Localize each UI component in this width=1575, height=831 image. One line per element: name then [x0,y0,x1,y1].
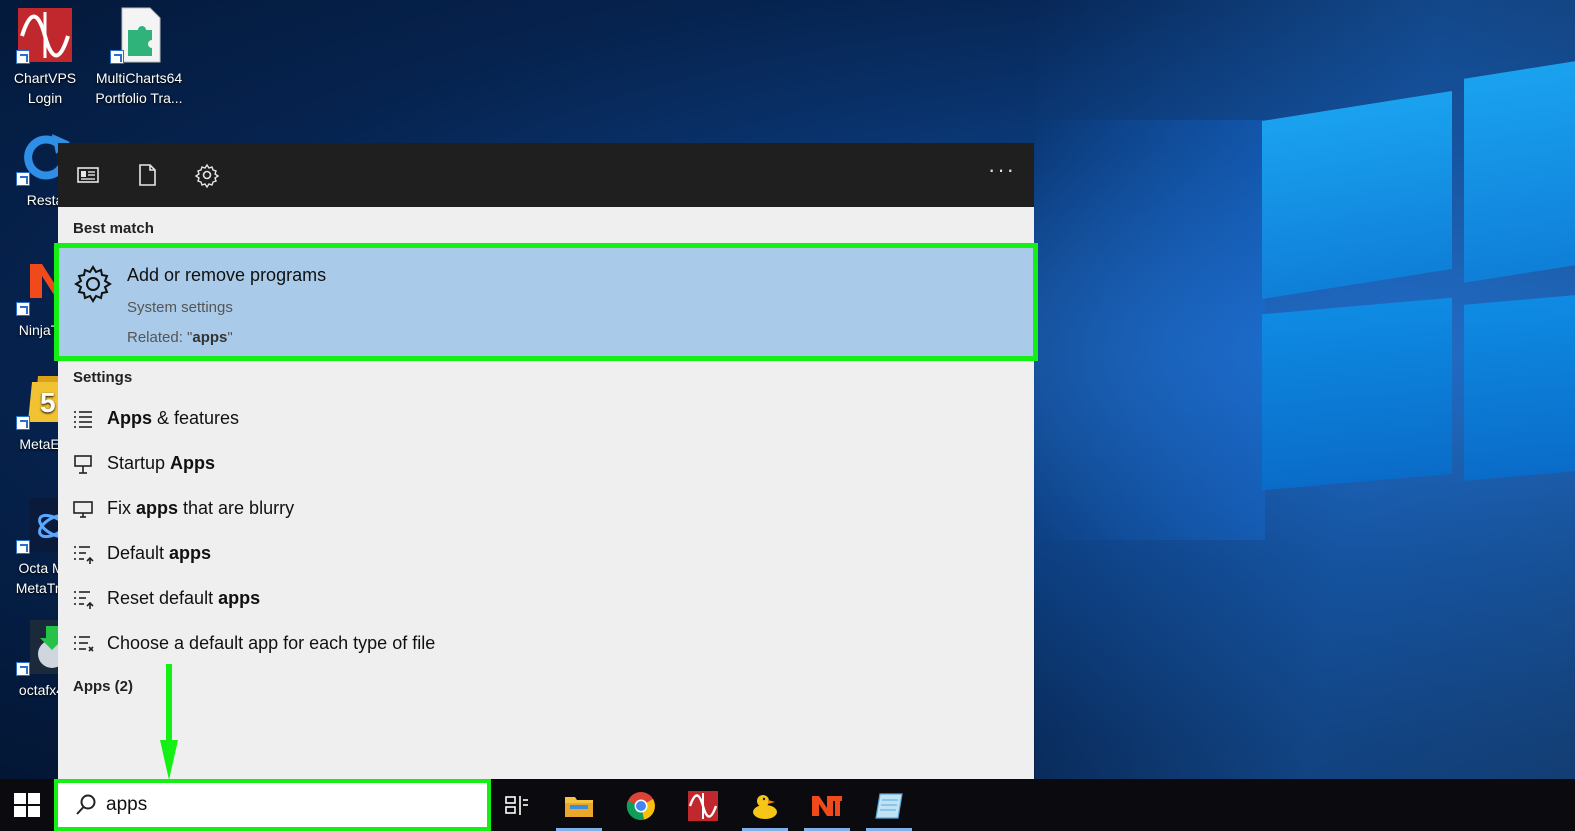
windows-logo-icon [14,793,40,817]
best-match-subtitle: System settings [127,299,233,316]
related-term: apps [192,329,228,346]
shortcut-arrow-icon [16,540,30,554]
taskbar-file-explorer[interactable] [554,785,604,831]
label-pre: Reset default [107,588,219,608]
startup-icon [72,453,94,475]
taskbar-duck-app[interactable] [740,785,790,831]
shortcut-arrow-icon [16,662,30,676]
gear-icon [194,163,220,189]
settings-item-label: Reset default apps [107,588,260,609]
task-view-icon [505,796,528,815]
label-bold: apps [218,588,261,608]
settings-heading: Settings [73,369,133,386]
label-post: that are blurry [178,498,295,518]
shortcut-arrow-icon [16,302,30,316]
filter-settings-button[interactable] [193,161,221,189]
settings-item-default-apps[interactable]: Default apps [58,533,1034,575]
label-bold: Apps [107,408,152,428]
settings-item-fix-blurry-apps[interactable]: Fix apps that are blurry [58,488,1034,530]
label-post: & features [152,408,240,428]
taskbar-search-box[interactable] [54,779,491,831]
label-bold: Apps [170,453,216,473]
settings-item-label: Default apps [107,543,211,564]
settings-item-label: Fix apps that are blurry [107,498,294,519]
label-pre: Choose a default app for each type of fi… [107,633,436,653]
settings-item-label: Apps & features [107,408,239,429]
shortcut-arrow-icon [16,50,30,64]
apps-filter-icon [77,167,99,183]
wallpaper-window-pane [1262,90,1452,300]
label-pre: Startup [107,453,171,473]
folder-icon [565,797,593,817]
shortcut-arrow-icon [16,172,30,186]
related-prefix: Related: " [127,329,193,346]
best-match-result[interactable]: Add or remove programs System settings R… [54,243,1038,361]
notepad-icon [875,793,903,819]
start-button[interactable] [14,793,40,817]
chrome-icon [626,792,655,820]
svg-text:5: 5 [40,387,56,418]
best-match-related: Related: "apps" [127,329,233,346]
annotation-arrow-icon [160,664,178,780]
start-search-panel: ··· Best match Add or remove programs Sy… [54,143,1038,779]
chartvps-icon [688,791,718,821]
wallpaper-window-pane [1262,297,1452,491]
chartvps-icon [16,6,74,64]
desktop-icon-chartvps[interactable]: ChartVPS Login [0,6,90,108]
duck-icon [753,795,777,819]
settings-item-reset-default-apps[interactable]: Reset default apps [58,578,1034,620]
settings-item-label: Startup Apps [107,453,215,474]
apps-heading[interactable]: Apps (2) [73,678,133,695]
desktop-icon-multicharts[interactable]: MultiCharts64 Portfolio Tra... [94,6,184,108]
filter-apps-button[interactable] [74,161,102,189]
wallpaper-glow [1035,120,1265,540]
list-icon [72,408,94,430]
reset-default-icon [72,588,94,610]
filetype-list-icon [72,633,94,655]
settings-item-default-app-file-type[interactable]: Choose a default app for each type of fi… [58,623,1034,665]
desktop-icon-label: ChartVPS Login [13,70,77,106]
settings-gear-icon [72,263,114,305]
shortcut-arrow-icon [110,50,124,64]
settings-item-apps-features[interactable]: Apps & features [58,398,1034,440]
label-bold: apps [169,543,212,563]
taskbar [0,779,1575,831]
taskbar-ninjatrader[interactable] [802,785,852,831]
default-apps-icon [72,543,94,565]
document-icon [139,164,156,186]
label-pre: Fix [107,498,136,518]
multicharts-icon [110,6,168,64]
shortcut-arrow-icon [16,416,30,430]
best-match-title: Add or remove programs [127,265,327,285]
settings-item-startup-apps[interactable]: Startup Apps [58,443,1034,485]
filter-documents-button[interactable] [133,161,161,189]
ninjatrader-icon [812,796,842,816]
best-match-heading: Best match [73,220,154,237]
taskbar-chartvps[interactable] [678,785,728,827]
search-panel-toolbar: ··· [58,143,1034,207]
settings-item-label: Choose a default app for each type of fi… [107,633,435,654]
desktop-icon-label: MultiCharts64 Portfolio Tra... [95,70,183,106]
label-pre: Default [107,543,170,563]
more-options-icon[interactable]: ··· [988,157,1016,183]
wallpaper-window-pane [1464,61,1575,283]
taskbar-notes-app[interactable] [864,785,914,831]
related-suffix: " [227,329,233,346]
search-icon [74,793,98,817]
wallpaper-window-pane [1464,295,1575,481]
monitor-icon [72,498,94,520]
label-bold: apps [136,498,179,518]
taskbar-chrome[interactable] [616,785,666,827]
search-input[interactable] [106,789,466,821]
task-view-button[interactable] [492,785,542,827]
